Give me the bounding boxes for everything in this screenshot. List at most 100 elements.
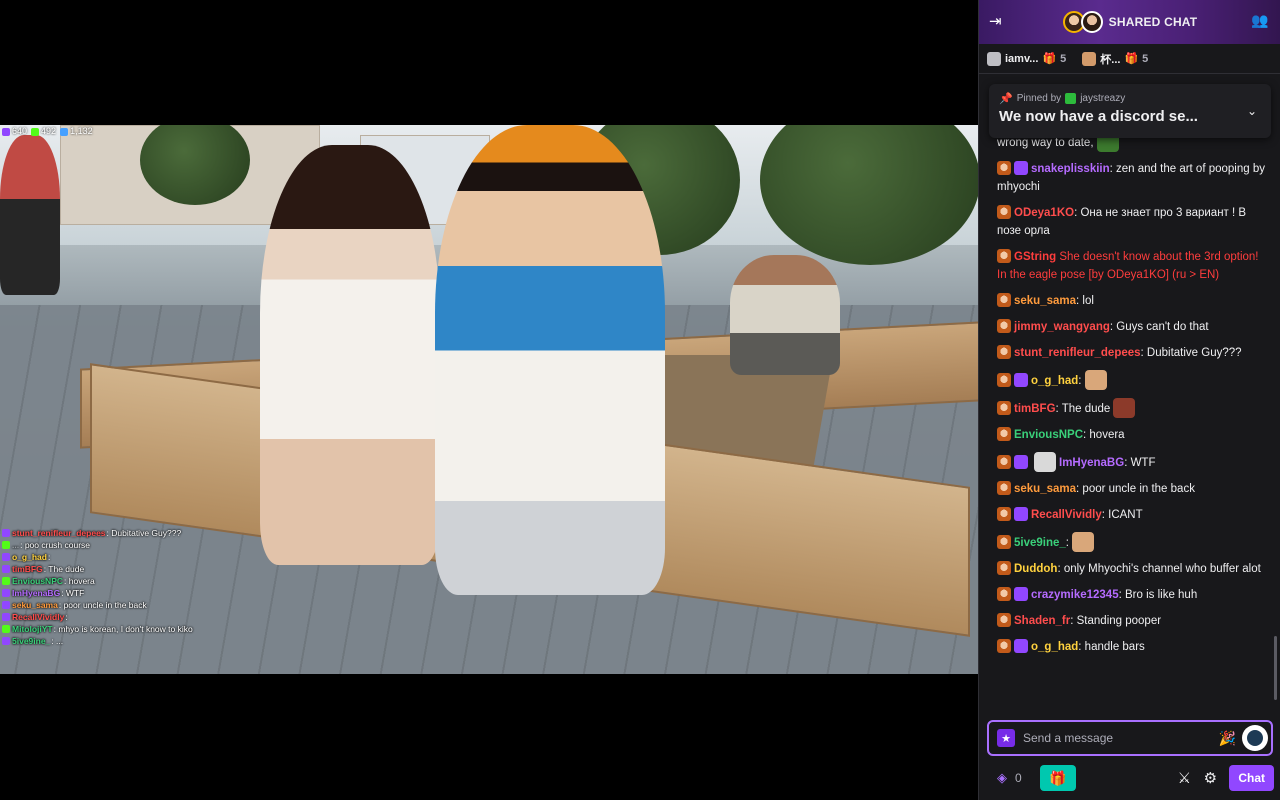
chat-username[interactable]: Shaden_fr (1014, 615, 1070, 627)
chat-username[interactable]: EnviousNPC (1014, 429, 1083, 441)
overlay-chat-line: ImHyenaBG: WTF (2, 587, 302, 599)
moderator-badge-icon (1065, 93, 1077, 104)
chat-username[interactable]: seku_sama (1014, 295, 1076, 307)
chat-message[interactable]: timBFG: The dude (997, 394, 1271, 422)
platform-badge-icon (2, 553, 10, 561)
chat-message[interactable]: RecallVividly: ICANT (997, 502, 1271, 528)
scene-person-walker (0, 135, 60, 295)
chat-username[interactable]: jimmy_wangyang (1014, 321, 1110, 333)
chat-panel: ⇥ SHARED CHAT 👥 iamv... 🎁 5 杯... 🎁 5 📌 P… (978, 0, 1280, 800)
chat-username[interactable]: ImHyenaBG (1059, 457, 1124, 469)
chat-scrollbar[interactable] (1274, 636, 1277, 700)
chat-message[interactable]: ImHyenaBG: WTF (997, 448, 1271, 476)
extension-icon[interactable] (1242, 725, 1268, 751)
chat-username[interactable]: ODeya1KO (1014, 207, 1074, 219)
chat-send-button[interactable]: Chat (1229, 765, 1274, 791)
gift-count: 5 (1142, 52, 1149, 65)
gear-icon[interactable]: ⚙ (1197, 769, 1223, 787)
chat-message[interactable]: crazymike12345: Bro is like huh (997, 582, 1271, 608)
party-popper-icon[interactable]: 🎉 (1219, 730, 1236, 747)
tv-icon (1082, 51, 1097, 66)
subscriber-badge-icon (1014, 161, 1028, 175)
video-player[interactable]: 640 492 1,132 stunt_renifleur_depees: Du… (0, 0, 978, 800)
collapse-right-icon[interactable]: ⇥ (989, 12, 1009, 32)
chat-username[interactable]: 5ive9ine_ (1014, 537, 1066, 549)
platform-badge-icon (2, 577, 10, 585)
channel-avatar-badge-icon (997, 507, 1011, 521)
pinned-message[interactable]: 📌 Pinned by jaystreazy We now have a dis… (989, 84, 1271, 138)
channel-avatar-badge-icon (997, 427, 1011, 441)
emote-icon (1034, 452, 1056, 472)
chat-username[interactable]: timBFG (1014, 403, 1056, 415)
chat-message[interactable]: 5ive9ine_: (997, 528, 1271, 556)
chat-message[interactable]: seku_sama: poor uncle in the back (997, 476, 1271, 502)
chat-message[interactable]: o_g_had: handle bars (997, 634, 1271, 660)
gift-sub-button[interactable]: 🎁 (1039, 765, 1076, 791)
person-icon (60, 127, 69, 136)
subscriber-badge-icon (1014, 639, 1028, 653)
overlay-chat-text: : poor uncle in the back (58, 600, 147, 610)
chat-message-list[interactable]: wrong way to date, snakeplisskiin: zen an… (979, 134, 1280, 714)
chevron-down-icon[interactable]: ⌄ (1247, 104, 1257, 118)
channel-avatar-badge-icon (997, 639, 1011, 653)
gift-count: 5 (1060, 52, 1067, 65)
channel-points[interactable]: ◈ 0 (997, 770, 1022, 786)
scene-person-left (260, 145, 440, 565)
pinned-text: We now have a discord se... (999, 108, 1198, 125)
mod-tools-icon[interactable]: ⚔ (1171, 769, 1197, 787)
chat-username[interactable]: stunt_renifleur_depees (1014, 347, 1141, 359)
subscriber-badge-icon (1014, 455, 1028, 469)
channel-points-icon: ◈ (997, 770, 1007, 785)
subscriber-badge-icon (1014, 373, 1028, 387)
gift-icon: 🎁 (1048, 769, 1067, 786)
chat-message[interactable]: stunt_renifleur_depees: Dubitative Guy??… (997, 340, 1271, 366)
overlay-chat-text: : poo crush course (20, 540, 91, 550)
chat-message[interactable]: Duddoh: only Mhyochi's channel who buffe… (997, 556, 1271, 582)
users-icon[interactable]: 👥 (1251, 12, 1271, 32)
chat-text: : Standing pooper (1070, 615, 1162, 627)
channel-avatar-badge-icon (997, 319, 1011, 333)
channel-avatar-badge-icon (997, 293, 1011, 307)
chat-text: : (1078, 375, 1082, 387)
overlay-chat-line: o_g_had: (2, 551, 302, 563)
chat-message[interactable]: GString She doesn't know about the 3rd o… (997, 244, 1271, 288)
chat-input-box[interactable]: ★ 🎉 (987, 720, 1273, 756)
overlay-chat-text: : (65, 612, 68, 622)
overlay-chat-line: seku_sama: poor uncle in the back (2, 599, 302, 611)
overlay-chat-user: ImHyenaBG (12, 588, 61, 598)
chat-message[interactable]: jimmy_wangyang: Guys can't do that (997, 314, 1271, 340)
chat-message[interactable]: o_g_had: (997, 366, 1271, 394)
channel-avatar-badge-icon (997, 455, 1011, 469)
chat-input[interactable] (1023, 731, 1219, 745)
overlay-chat-user: MitolojiYT (12, 624, 53, 634)
chat-username[interactable]: snakeplisskiin (1031, 163, 1110, 175)
channel-avatar-badge-icon (997, 205, 1011, 219)
shared-channel[interactable]: iamv... 🎁 5 (987, 51, 1067, 66)
chat-message[interactable]: snakeplisskiin: zen and the art of poopi… (997, 156, 1271, 200)
platform-badge-icon (2, 613, 10, 621)
star-icon[interactable]: ★ (997, 729, 1015, 747)
chat-message[interactable]: ODeya1KO: Она не знает про 3 вариант ! В… (997, 200, 1271, 244)
pin-icon: 📌 (999, 93, 1013, 105)
chat-message[interactable]: seku_sama: lol (997, 288, 1271, 314)
subscriber-badge-icon (1014, 587, 1028, 601)
chat-header-title: SHARED CHAT (1108, 15, 1198, 29)
overlay-chat-user: seku_sama (12, 600, 58, 610)
chat-message[interactable]: EnviousNPC: hovera (997, 422, 1271, 448)
chat-message[interactable]: Shaden_fr: Standing pooper (997, 608, 1271, 634)
chat-username[interactable]: RecallVividly (1031, 509, 1102, 521)
overlay-chat-text: : mhyo is korean, I don't know to kiko (53, 624, 193, 634)
shared-channel[interactable]: 杯... 🎁 5 (1082, 51, 1148, 67)
chat-username[interactable]: seku_sama (1014, 483, 1076, 495)
chat-username[interactable]: Duddoh (1014, 563, 1057, 575)
chat-username[interactable]: GString (1014, 251, 1056, 263)
tv-icon (987, 51, 1001, 66)
gift-icon: 🎁 (1124, 53, 1139, 65)
chat-text: : Bro is like huh (1118, 589, 1198, 601)
platform-badge-icon (2, 565, 10, 573)
chat-username[interactable]: o_g_had (1031, 375, 1078, 387)
chat-username[interactable]: o_g_had (1031, 641, 1078, 653)
chat-username[interactable]: crazymike12345 (1031, 589, 1119, 601)
channel-avatar[interactable] (1080, 11, 1103, 33)
overlay-chat-line: MitolojiYT: mhyo is korean, I don't know… (2, 623, 302, 635)
